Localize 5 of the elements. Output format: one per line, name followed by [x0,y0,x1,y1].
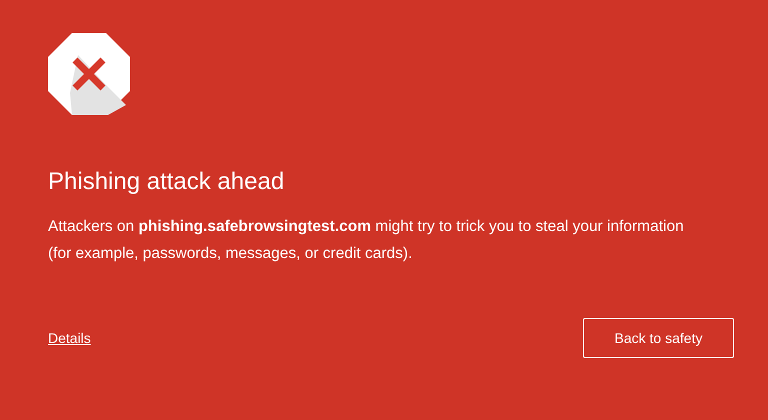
warning-message: Attackers on phishing.safebrowsingtest.com might try to trick you to steal your information (for example, passwords, messages, or credit cards). [48,217,685,264]
stop-sign-icon [48,33,130,115]
back-to-safety-button[interactable]: Back to safety [583,318,734,358]
details-link[interactable]: Details [48,330,91,346]
page-heading: Phishing attack ahead [48,167,286,197]
